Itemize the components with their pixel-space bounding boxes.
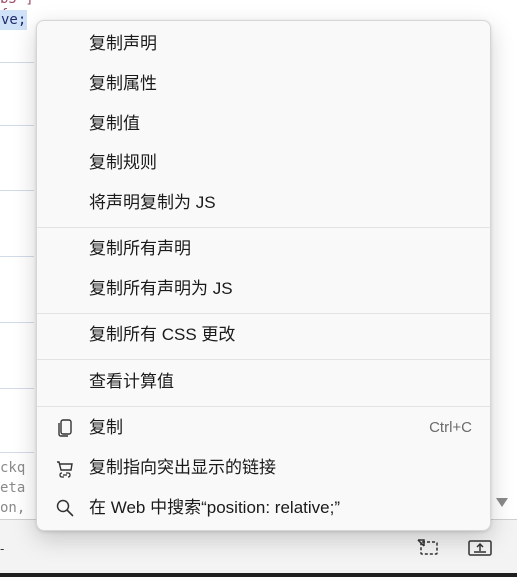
code-line: eta xyxy=(0,480,26,496)
menu-item-label: 复制所有 CSS 更改 xyxy=(89,325,236,344)
code-top: b5"] { ve; xyxy=(0,0,40,30)
menu-item-label: 复制属性 xyxy=(89,74,157,93)
menu-item-label: 复制指向突出显示的链接 xyxy=(89,458,276,477)
search-icon xyxy=(55,498,75,518)
menu-item-copy-all-declarations[interactable]: 复制所有声明 xyxy=(41,231,488,267)
menu-item-label: 查看计算值 xyxy=(89,372,174,391)
menu-item-view-computed-value[interactable]: 查看计算值 xyxy=(41,364,488,400)
gutter-divider xyxy=(0,388,34,389)
scroll-down-arrow[interactable] xyxy=(496,498,508,507)
menu-item-label: 复制所有声明为 JS xyxy=(89,279,233,298)
menu-separator xyxy=(37,406,490,407)
menu-item-copy[interactable]: 复制 Ctrl+C xyxy=(41,410,488,446)
menu-item-copy-value[interactable]: 复制值 xyxy=(41,106,488,142)
gutter-divider xyxy=(0,125,34,126)
gutter-divider xyxy=(0,322,34,323)
dock-icon[interactable] xyxy=(416,536,442,558)
link-copy-icon xyxy=(55,458,75,478)
upload-icon[interactable] xyxy=(467,536,493,558)
menu-item-copy-rule[interactable]: 复制规则 xyxy=(41,145,488,181)
code-line: on, xyxy=(0,500,26,516)
copy-icon xyxy=(55,418,75,438)
status-dash: - xyxy=(0,542,5,556)
menu-item-copy-declaration-as-js[interactable]: 将声明复制为 JS xyxy=(41,185,488,221)
menu-separator xyxy=(37,359,490,360)
gutter-divider xyxy=(0,62,34,63)
menu-item-label: 复制值 xyxy=(89,114,140,133)
menu-item-label: 复制 xyxy=(89,418,123,437)
gutter-divider xyxy=(0,256,34,257)
selected-code[interactable]: ve; xyxy=(0,10,28,30)
menu-item-label: 在 Web 中搜索“position: relative;” xyxy=(89,498,340,517)
menu-item-copy-all-declarations-as-js[interactable]: 复制所有声明为 JS xyxy=(41,271,488,307)
menu-item-copy-property[interactable]: 复制属性 xyxy=(41,66,488,102)
menu-item-label: 复制所有声明 xyxy=(89,239,191,258)
menu-item-copy-declaration[interactable]: 复制声明 xyxy=(41,26,488,62)
menu-item-copy-link-to-highlight[interactable]: 复制指向突出显示的链接 xyxy=(41,450,488,486)
menu-item-label: 复制规则 xyxy=(89,153,157,172)
context-menu: 复制声明 复制属性 复制值 复制规则 将声明复制为 JS 复制所有声明 复制所有… xyxy=(36,20,491,531)
window-bottom-edge xyxy=(0,573,517,577)
menu-item-copy-all-css-changes[interactable]: 复制所有 CSS 更改 xyxy=(41,317,488,353)
menu-separator xyxy=(37,227,490,228)
menu-separator xyxy=(37,313,490,314)
gutter-divider xyxy=(0,452,34,453)
gutter-divider xyxy=(0,190,34,191)
code-line: ckq xyxy=(0,460,26,476)
menu-item-label: 复制声明 xyxy=(89,34,157,53)
menu-item-label: 将声明复制为 JS xyxy=(89,193,216,212)
menu-item-shortcut: Ctrl+C xyxy=(429,419,472,436)
menu-item-search-web[interactable]: 在 Web 中搜索“position: relative;” xyxy=(41,490,488,526)
code-bottom: ckq eta on, xyxy=(0,458,40,518)
